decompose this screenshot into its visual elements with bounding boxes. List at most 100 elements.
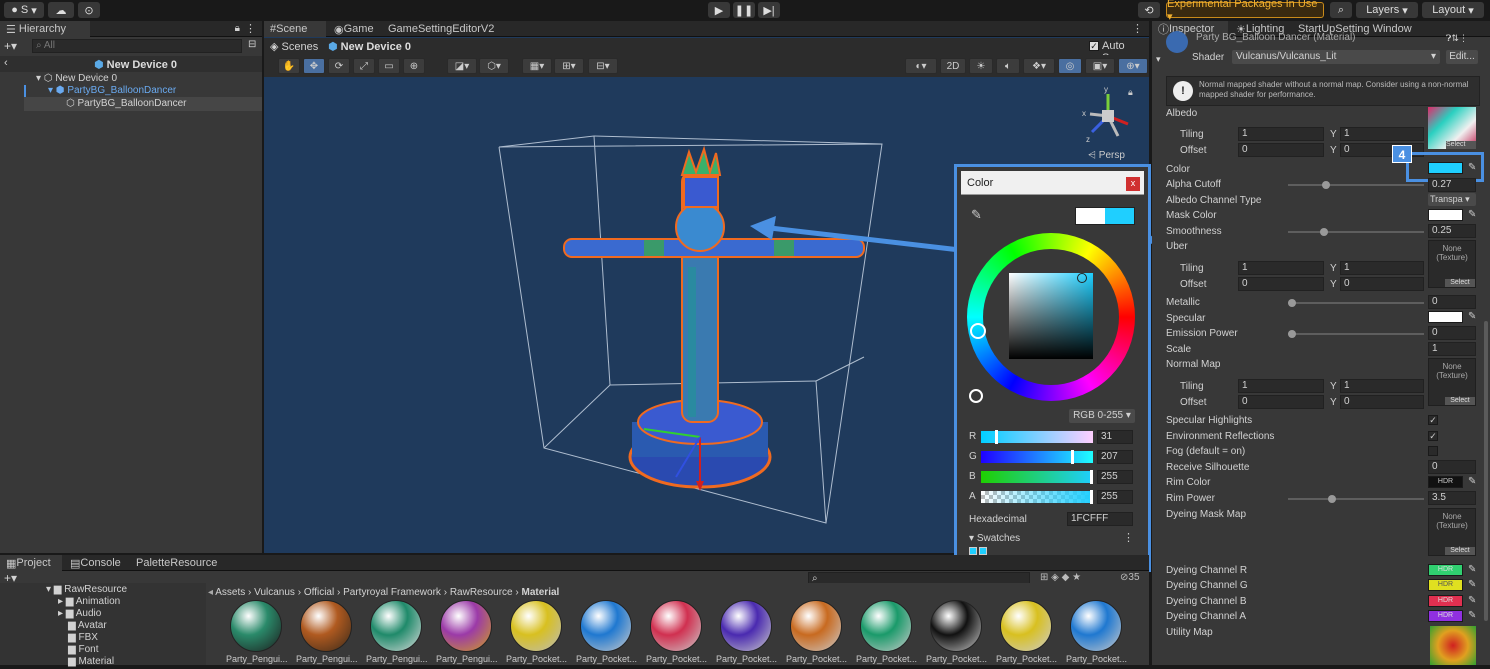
emission-field[interactable]: 0 xyxy=(1428,326,1476,340)
hex-field[interactable]: 1FCFFF xyxy=(1067,512,1133,526)
hand-tool-icon[interactable]: ✋ xyxy=(278,58,300,74)
scale-tool-icon[interactable]: ⤢ xyxy=(353,58,375,74)
help-icon[interactable]: ❓︎⇅⋮ xyxy=(1446,33,1468,44)
filter-icon[interactable]: ⊟ xyxy=(248,39,256,50)
eyedropper-icon[interactable]: ✎ xyxy=(1468,565,1478,575)
swatch-item[interactable] xyxy=(979,547,987,555)
camera-icon[interactable]: ▣▾ xyxy=(1085,58,1115,74)
asset-tile[interactable]: Party_Pengui... xyxy=(436,600,498,664)
cloud-icon[interactable]: ☁ xyxy=(48,2,74,18)
dyeing-r-swatch[interactable]: HDR xyxy=(1428,564,1463,576)
g-slider[interactable] xyxy=(981,450,1093,464)
2d-toggle[interactable]: 2D xyxy=(940,58,966,74)
asset-tile[interactable]: Party_Pocket... xyxy=(1066,600,1127,664)
tab-scene[interactable]: # Scene xyxy=(264,21,326,37)
asset-tile[interactable]: Party_Pocket... xyxy=(786,600,847,664)
swatches-toggle[interactable]: ▾ Swatches xyxy=(969,533,1020,544)
b-field[interactable]: 255 xyxy=(1097,470,1133,484)
more-icon[interactable]: ⋮ xyxy=(245,22,256,35)
asset-tile[interactable]: Party_Pengui... xyxy=(296,600,358,664)
dyeing-a-swatch[interactable]: HDR xyxy=(1428,610,1463,622)
dyeing-g-swatch[interactable]: HDR xyxy=(1428,579,1463,591)
more-icon[interactable]: ⋮ xyxy=(1123,531,1134,544)
hue-handle[interactable] xyxy=(970,323,986,339)
tab-hierarchy[interactable]: ☰ Hierarchy xyxy=(0,21,90,37)
r-field[interactable]: 31 xyxy=(1097,430,1133,444)
albedo-tiling-y[interactable]: 1 xyxy=(1340,127,1424,141)
uber-tiling-x[interactable]: 1 xyxy=(1238,261,1324,275)
uber-texture-slot[interactable]: None (Texture) Select xyxy=(1428,240,1476,288)
tree-folder[interactable]: ▆ Material xyxy=(68,655,114,669)
pause-button[interactable]: ❚❚ xyxy=(733,2,755,18)
color-mode-dropdown[interactable]: RGB 0-255 ▾ xyxy=(1069,409,1135,423)
utility-map-texture[interactable] xyxy=(1430,626,1476,665)
uber-offset-y[interactable]: 0 xyxy=(1340,277,1424,291)
alpha-cutoff-slider[interactable] xyxy=(1322,181,1330,189)
eyedropper-icon[interactable]: ✎ xyxy=(1468,580,1478,590)
specular-highlights-checkbox[interactable]: ✓ xyxy=(1428,415,1438,425)
eyedropper-icon[interactable]: ✎ xyxy=(1468,210,1478,220)
fog-checkbox[interactable] xyxy=(1428,446,1438,456)
eyedropper-icon[interactable]: ✎ xyxy=(1468,611,1478,621)
collab-icon[interactable]: ⊙ xyxy=(78,2,100,18)
sv-handle[interactable] xyxy=(1077,273,1087,283)
visibility-icon[interactable]: ◎ xyxy=(1058,58,1082,74)
metallic-slider[interactable] xyxy=(1288,299,1296,307)
scale-field[interactable]: 1 xyxy=(1428,342,1476,356)
receive-silhouette-field[interactable]: 0 xyxy=(1428,460,1476,474)
b-slider[interactable] xyxy=(981,470,1093,484)
rim-power-field[interactable]: 3.5 xyxy=(1428,491,1476,505)
rim-color-swatch[interactable]: HDR xyxy=(1428,476,1463,488)
search-icon[interactable]: ⌕ xyxy=(1330,2,1352,18)
normal-tiling-x[interactable]: 1 xyxy=(1238,379,1324,393)
play-button[interactable]: ▶ xyxy=(708,2,730,18)
emission-slider[interactable] xyxy=(1288,330,1296,338)
step-button[interactable]: ▶| xyxy=(758,2,780,18)
rotate-tool-icon[interactable]: ⟳ xyxy=(328,58,350,74)
eyedropper-icon[interactable]: ✎ xyxy=(971,207,982,223)
tab-console[interactable]: ▤ Console xyxy=(64,555,128,571)
rect-tool-icon[interactable]: ▭ xyxy=(378,58,400,74)
metallic-field[interactable]: 0 xyxy=(1428,295,1476,309)
asset-tile[interactable]: Party_Pocket... xyxy=(716,600,777,664)
albedo-texture[interactable]: Select xyxy=(1428,107,1476,149)
asset-tile[interactable]: Party_Pocket... xyxy=(996,600,1057,664)
normal-offset-x[interactable]: 0 xyxy=(1238,395,1324,409)
smoothness-field[interactable]: 0.25 xyxy=(1428,224,1476,238)
effects-icon[interactable]: ❖▾ xyxy=(1023,58,1055,74)
uber-tiling-y[interactable]: 1 xyxy=(1340,261,1424,275)
color-swatch[interactable] xyxy=(1428,162,1463,174)
a-slider[interactable] xyxy=(981,490,1093,504)
foldout-icon[interactable]: ▾ xyxy=(1156,54,1161,65)
env-reflections-checkbox[interactable]: ✓ xyxy=(1428,431,1438,441)
more-icon[interactable]: ⋮ xyxy=(1132,22,1143,35)
g-field[interactable]: 207 xyxy=(1097,450,1133,464)
tab-project[interactable]: ▦ Project xyxy=(0,555,62,571)
normal-offset-y[interactable]: 0 xyxy=(1340,395,1424,409)
shader-dropdown[interactable]: Vulcanus/Vulcanus_Lit ▾ xyxy=(1232,50,1440,64)
audio-icon[interactable]: 🔈︎ xyxy=(996,58,1020,74)
edit-shader-button[interactable]: Edit... xyxy=(1446,50,1478,64)
asset-tile[interactable]: Party_Pengui... xyxy=(226,600,288,664)
r-slider[interactable] xyxy=(981,430,1093,444)
asset-tile[interactable]: Party_Pocket... xyxy=(506,600,567,664)
normal-map-slot[interactable]: None (Texture) Select xyxy=(1428,358,1476,406)
breadcrumb-item[interactable]: Vulcanus xyxy=(254,587,295,598)
breadcrumb-item[interactable]: Assets xyxy=(215,587,245,598)
hue-wheel[interactable] xyxy=(967,233,1135,403)
alpha-cutoff-field[interactable]: 0.27 xyxy=(1428,178,1476,192)
snap-icon[interactable]: ⊞▾ xyxy=(554,58,584,74)
breadcrumb-item[interactable]: Official xyxy=(304,587,334,598)
saturation-value-square[interactable] xyxy=(1009,273,1093,359)
lock-icon[interactable]: 🔒︎ xyxy=(235,23,240,34)
asset-tile[interactable]: Party_Pocket... xyxy=(576,600,637,664)
swatch-item[interactable] xyxy=(969,547,977,555)
add-button[interactable]: +▾ xyxy=(4,39,17,53)
hidden-count[interactable]: ⊘35 xyxy=(1120,572,1140,583)
filter-icons[interactable]: ⊞ ◈ ◆ ★ xyxy=(1040,572,1081,583)
pivot-icon[interactable]: ◪▾ xyxy=(447,58,477,74)
lighting-icon[interactable]: ☀ xyxy=(969,58,993,74)
albedo-offset-x[interactable]: 0 xyxy=(1238,143,1324,157)
asset-tile[interactable]: Party_Pengui... xyxy=(366,600,428,664)
tab-palette-resource[interactable]: PaletteResource xyxy=(130,555,220,571)
